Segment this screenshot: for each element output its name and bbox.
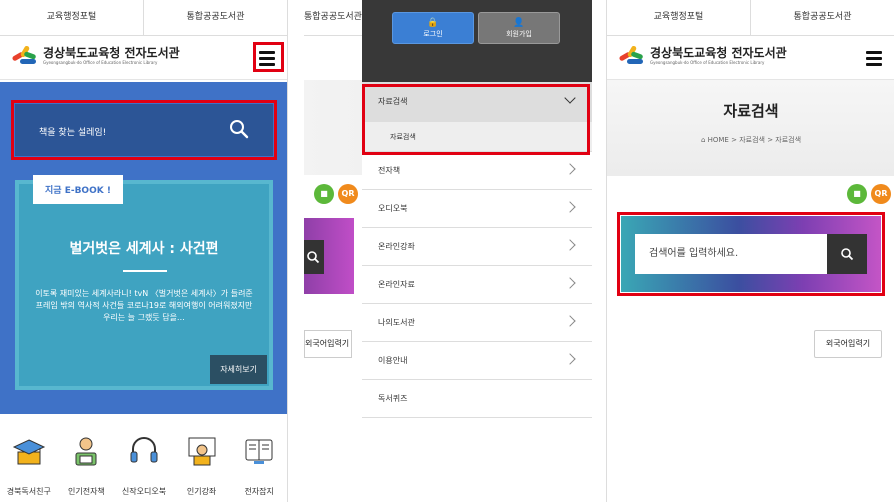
join-button[interactable]: 👤 회원가입 bbox=[478, 12, 560, 44]
top-link-public-library[interactable]: 통합공공도서관 bbox=[750, 0, 894, 35]
top-links: 교육행정포털 통합공공도서관 bbox=[607, 0, 894, 36]
quick-item[interactable]: 경북독서친구 bbox=[0, 420, 58, 502]
menu-hamburger-icon[interactable] bbox=[862, 46, 886, 70]
breadcrumb-item[interactable]: 자료검색 bbox=[739, 136, 765, 144]
lecture-icon bbox=[188, 437, 216, 466]
ebook-more-button[interactable]: 자세히보기 bbox=[210, 355, 267, 384]
menu-item-guide[interactable]: 이용안내 bbox=[362, 342, 592, 380]
login-button[interactable]: 🔒 로그인 bbox=[392, 12, 474, 44]
print-icon[interactable]: ■ bbox=[847, 184, 867, 204]
drawer-header: 🔒 로그인 👤 회원가입 bbox=[362, 0, 592, 82]
search-button[interactable] bbox=[827, 234, 867, 274]
menu-item-online-data[interactable]: 온라인자료 bbox=[362, 266, 592, 304]
quick-label: 인기전자책 bbox=[67, 487, 105, 496]
chevron-down-icon bbox=[564, 92, 576, 104]
home-icon: ⌂ bbox=[700, 136, 708, 144]
qr-icon[interactable]: QR bbox=[871, 184, 891, 204]
quick-label: 경북독서친구 bbox=[6, 487, 51, 496]
mobile-menu-screen: 통합공공도서관 ■ QR 외국어입력기 🔒 로그인 👤 회원가입 자료검색 자료… bbox=[304, 0, 592, 502]
chevron-right-icon bbox=[564, 277, 576, 289]
site-logo[interactable]: 경상북도교육청 전자도서관 Gyeongsangbuk-do Office of… bbox=[618, 44, 787, 66]
menu-item-my-library[interactable]: 나의도서관 bbox=[362, 304, 592, 342]
logo-title: 경상북도교육청 전자도서관 bbox=[43, 45, 180, 60]
search-panel-partial bbox=[304, 218, 354, 294]
reader-icon bbox=[75, 437, 97, 466]
logo-subtitle: Gyeongsangbuk-do Office of Education Ele… bbox=[650, 59, 765, 65]
menu-item-ebook[interactable]: 전자책 bbox=[362, 152, 592, 190]
menu-item-quiz[interactable]: 독서퀴즈 bbox=[362, 380, 592, 418]
top-links: 교육행정포털 통합공공도서관 bbox=[0, 0, 287, 36]
logo-title: 경상북도교육청 전자도서관 bbox=[650, 45, 787, 60]
search-panel: 검색어를 입력하세요. bbox=[621, 216, 881, 292]
search-icon[interactable] bbox=[229, 119, 249, 139]
ebook-title[interactable]: 벌거벗은 세계사 : 사건편 bbox=[19, 238, 269, 258]
search-icon bbox=[841, 248, 854, 261]
foreign-input-button[interactable]: 외국어입력기 bbox=[304, 330, 352, 358]
submenu-item-search[interactable]: 자료검색 bbox=[362, 122, 592, 152]
top-links: 통합공공도서관 bbox=[304, 0, 362, 36]
foreign-input-button[interactable]: 외국어입력기 bbox=[814, 330, 882, 358]
chevron-right-icon bbox=[564, 239, 576, 251]
menu-item-online-course[interactable]: 온라인강좌 bbox=[362, 228, 592, 266]
menu-hamburger-icon[interactable] bbox=[255, 46, 279, 70]
chevron-right-icon bbox=[564, 163, 576, 175]
book-logo-icon bbox=[11, 44, 38, 66]
add-user-icon: 👤 bbox=[513, 18, 525, 28]
site-header: 경상북도교육청 전자도서관 Gyeongsangbuk-do Office of… bbox=[607, 36, 894, 80]
quick-menu: 경북독서친구 인기전자책 신작오디오북 인기강좌 전자잡지 bbox=[0, 420, 287, 502]
search-icon bbox=[307, 251, 320, 264]
top-link-public-library[interactable]: 통합공공도서관 bbox=[143, 0, 287, 35]
site-logo[interactable]: 경상북도교육청 전자도서관 Gyeongsangbuk-do Office of… bbox=[11, 44, 180, 66]
book-logo-icon bbox=[618, 44, 645, 66]
quick-item[interactable]: 신작오디오북 bbox=[115, 420, 173, 502]
breadcrumb-home[interactable]: HOME bbox=[708, 136, 729, 144]
mobile-home-screen: 교육행정포털 통합공공도서관 경상북도교육청 전자도서관 Gyeongsangb… bbox=[0, 0, 288, 502]
breadcrumb: ⌂ HOME > 자료검색 > 자료검색 bbox=[607, 135, 894, 145]
lock-icon: 🔒 bbox=[427, 18, 439, 28]
qr-icon[interactable]: QR bbox=[338, 184, 358, 204]
top-link-edu-portal[interactable]: 교육행정포털 bbox=[607, 0, 750, 35]
ebook-feature-card: 지금 E-BOOK ! 벌거벗은 세계사 : 사건편 이토록 재미있는 세계사라… bbox=[15, 175, 273, 390]
quick-item[interactable]: 전자잡지 bbox=[230, 420, 287, 502]
chevron-right-icon bbox=[564, 315, 576, 327]
search-button[interactable] bbox=[304, 240, 324, 274]
chevron-right-icon: > bbox=[731, 136, 740, 144]
site-header: 경상북도교육청 전자도서관 Gyeongsangbuk-do Office of… bbox=[0, 36, 287, 80]
print-icon[interactable]: ■ bbox=[314, 184, 334, 204]
quick-label: 인기강좌 bbox=[186, 487, 217, 496]
ebook-description: 이토록 재미있는 세계사라니! tvN 〈벌거벗은 세계사〉가 들려준 프레임 … bbox=[35, 289, 253, 322]
side-drawer-menu: 🔒 로그인 👤 회원가입 자료검색 자료검색 전자책 오디오북 온라인강좌 온라 bbox=[362, 0, 592, 502]
chevron-right-icon bbox=[564, 353, 576, 365]
quick-label: 신작오디오북 bbox=[121, 487, 167, 496]
ebook-tab: 지금 E-BOOK ! bbox=[33, 175, 123, 204]
search-placeholder: 책을 찾는 설레임! bbox=[39, 128, 107, 138]
quick-item[interactable]: 인기강좌 bbox=[173, 420, 231, 502]
page-banner: 자료검색 ⌂ HOME > 자료검색 > 자료검색 bbox=[607, 80, 894, 176]
mobile-search-screen: 교육행정포털 통합공공도서관 경상북도교육청 전자도서관 Gyeongsangb… bbox=[606, 0, 894, 502]
top-link-public-library[interactable]: 통합공공도서관 bbox=[304, 0, 362, 35]
logo-subtitle: Gyeongsangbuk-do Office of Education Ele… bbox=[43, 59, 158, 65]
search-input[interactable]: 검색어를 입력하세요. bbox=[635, 234, 847, 274]
main-hero: 책을 찾는 설레임! 지금 E-BOOK ! 벌거벗은 세계사 : 사건편 이토… bbox=[0, 82, 287, 414]
quick-label: 전자잡지 bbox=[244, 487, 274, 496]
main-search-bar[interactable]: 책을 찾는 설레임! bbox=[15, 104, 273, 156]
magazine-icon bbox=[245, 439, 273, 464]
menu-item-search[interactable]: 자료검색 bbox=[362, 82, 592, 122]
breadcrumb-current: 자료검색 bbox=[775, 136, 802, 144]
graduation-icon bbox=[12, 439, 45, 465]
page-title: 자료검색 bbox=[723, 102, 779, 120]
quick-item[interactable]: 인기전자책 bbox=[58, 420, 116, 502]
menu-item-audiobook[interactable]: 오디오북 bbox=[362, 190, 592, 228]
headphones-icon bbox=[130, 437, 158, 463]
chevron-right-icon bbox=[564, 201, 576, 213]
divider bbox=[123, 270, 167, 272]
top-link-edu-portal[interactable]: 교육행정포털 bbox=[0, 0, 143, 35]
